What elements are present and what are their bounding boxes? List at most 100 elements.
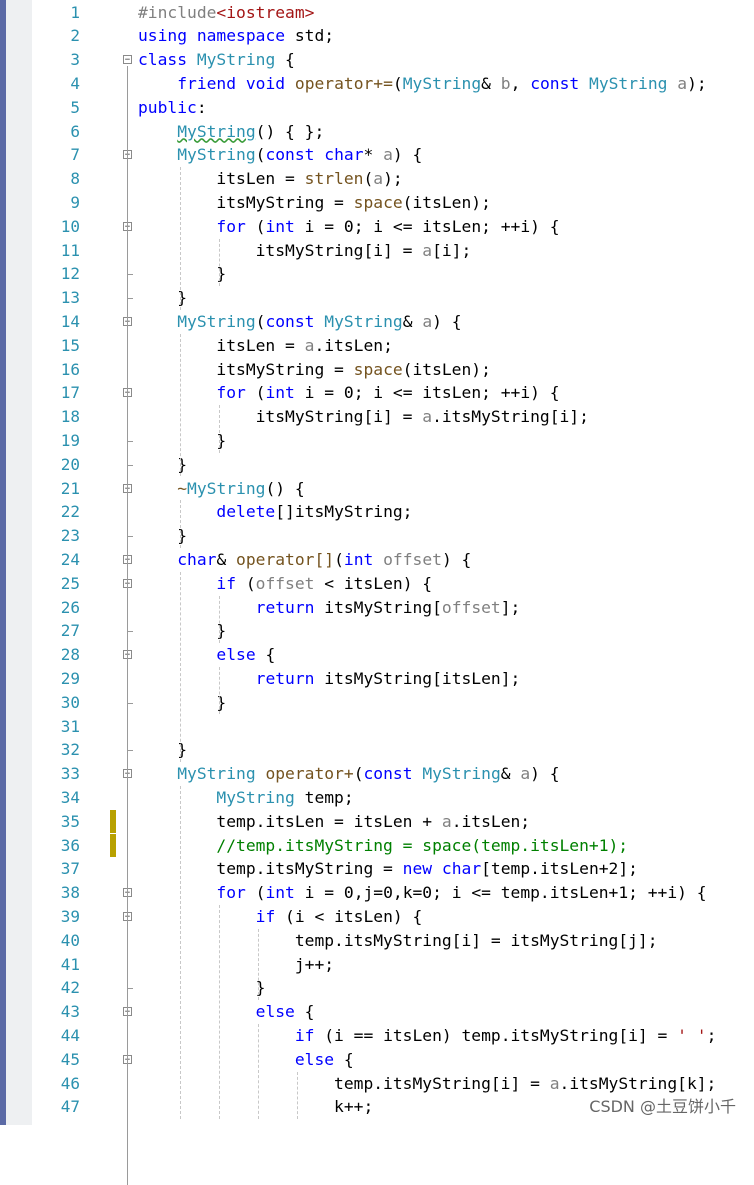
code-text: }: [138, 978, 266, 998]
line-number: 12: [60, 264, 80, 284]
code-text: else {: [294, 1049, 354, 1069]
code-line[interactable]: 27 }: [32, 619, 754, 643]
code-line[interactable]: 46 temp.itsMyString[i] = a.itsMyString[k…: [32, 1072, 754, 1096]
fold-end-marker: [127, 750, 133, 752]
line-number: 9: [70, 192, 80, 212]
line-number: 40: [60, 930, 80, 950]
code-line[interactable]: 44 if (i == itsLen) temp.itsMyString[i] …: [32, 1024, 754, 1048]
code-line[interactable]: 41 j++;: [32, 953, 754, 977]
code-line[interactable]: 31: [32, 715, 754, 739]
code-text: temp.itsMyString[i] = itsMyString[j];: [138, 930, 658, 950]
code-line[interactable]: 24 char& operator[](int offset) {: [32, 548, 754, 572]
code-line[interactable]: 13 }: [32, 286, 754, 310]
code-line[interactable]: 37 temp.itsMyString = new char[temp.itsL…: [32, 857, 754, 881]
editor-gutter: [6, 0, 32, 1125]
code-line[interactable]: 18 itsMyString[i] = a.itsMyString[i];: [32, 405, 754, 429]
code-text: k++;: [138, 1097, 374, 1117]
line-number: 27: [60, 621, 80, 641]
code-text: MyString(const MyString& a) {: [177, 311, 462, 331]
line-number: 30: [60, 692, 80, 712]
code-text: MyString operator+(const MyString& a) {: [177, 764, 560, 784]
code-line[interactable]: 11 itsMyString[i] = a[i];: [32, 239, 754, 263]
code-text: else {: [255, 1002, 315, 1022]
code-text: itsLen = strlen(a);: [138, 169, 403, 189]
code-text: class MyString {: [138, 50, 295, 70]
line-number: 1: [70, 2, 80, 22]
code-text: itsMyString[i] = a[i];: [138, 240, 472, 260]
code-line[interactable]: 20 }: [32, 453, 754, 477]
line-number: 29: [60, 668, 80, 688]
fold-toggle-icon[interactable]: −: [123, 55, 132, 65]
code-line[interactable]: 21 ~MyString() {: [32, 477, 754, 501]
code-line[interactable]: 6 MyString() { };: [32, 120, 754, 144]
code-line[interactable]: 19 }: [32, 429, 754, 453]
line-number: 7: [70, 145, 80, 165]
code-line[interactable]: 28 else {: [32, 643, 754, 667]
code-line[interactable]: 7 MyString(const char* a) {: [32, 143, 754, 167]
indent-guide: [180, 500, 182, 548]
code-line[interactable]: 30 }: [32, 691, 754, 715]
line-number: 24: [60, 549, 80, 569]
line-number: 6: [70, 121, 80, 141]
indent-guide: [258, 928, 260, 1001]
code-line[interactable]: 43 else {: [32, 1000, 754, 1024]
code-text: }: [138, 264, 227, 284]
code-text: MyString(const char* a) {: [177, 145, 423, 165]
code-text: else {: [216, 645, 276, 665]
line-number: 41: [60, 954, 80, 974]
indent-guide: [219, 238, 221, 287]
code-line[interactable]: 8 itsLen = strlen(a);: [32, 167, 754, 191]
code-line[interactable]: 29 return itsMyString[itsLen];: [32, 667, 754, 691]
line-number: 19: [60, 430, 80, 450]
code-text: return itsMyString[offset];: [255, 597, 521, 617]
line-number: 5: [70, 97, 80, 117]
code-text: itsMyString = space(itsLen);: [138, 359, 491, 379]
code-line[interactable]: 34 MyString temp;: [32, 786, 754, 810]
line-number: 17: [60, 383, 80, 403]
line-number: 22: [60, 502, 80, 522]
line-number: 42: [60, 978, 80, 998]
change-marker: [110, 809, 116, 834]
line-number: 15: [60, 335, 80, 355]
code-line[interactable]: 4 friend void operator+=(MyString& b, co…: [32, 72, 754, 96]
code-line[interactable]: 25 if (offset < itsLen) {: [32, 572, 754, 596]
code-line[interactable]: 15 itsLen = a.itsLen;: [32, 334, 754, 358]
code-line[interactable]: 22 delete[]itsMyString;: [32, 500, 754, 524]
code-line[interactable]: 3 class MyString {: [32, 48, 754, 72]
code-line[interactable]: 40 temp.itsMyString[i] = itsMyString[j];: [32, 929, 754, 953]
code-line[interactable]: 32 }: [32, 738, 754, 762]
indent-guide: [219, 666, 221, 715]
code-text: for (int i = 0; i <= itsLen; ++i) {: [216, 383, 560, 403]
code-line[interactable]: 33 MyString operator+(const MyString& a)…: [32, 762, 754, 786]
code-text: char& operator[](int offset) {: [177, 549, 472, 569]
code-line[interactable]: 10 for (int i = 0; i <= itsLen; ++i) {: [32, 215, 754, 239]
code-line[interactable]: 14 MyString(const MyString& a) {: [32, 310, 754, 334]
line-number: 10: [60, 216, 80, 236]
code-line[interactable]: 45 else {: [32, 1048, 754, 1072]
code-text: //temp.itsMyString = space(temp.itsLen+1…: [138, 835, 629, 855]
fold-end-marker: [127, 274, 133, 276]
code-line[interactable]: 26 return itsMyString[offset];: [32, 596, 754, 620]
line-number: 14: [60, 311, 80, 331]
code-line[interactable]: 2 using namespace std;: [32, 24, 754, 48]
code-line[interactable]: 39 if (i < itsLen) {: [32, 905, 754, 929]
code-line[interactable]: 16 itsMyString = space(itsLen);: [32, 358, 754, 382]
code-line[interactable]: 12 }: [32, 262, 754, 286]
code-line[interactable]: 1 #include<iostream>: [32, 1, 754, 25]
line-number: 47: [60, 1097, 80, 1117]
code-line[interactable]: 35 temp.itsLen = itsLen + a.itsLen;: [32, 810, 754, 834]
code-line[interactable]: 9 itsMyString = space(itsLen);: [32, 191, 754, 215]
code-line[interactable]: 42 }: [32, 976, 754, 1000]
code-text: temp.itsMyString = new char[temp.itsLen+…: [138, 859, 638, 879]
indent-guide: [219, 904, 221, 1120]
line-number: 31: [60, 716, 80, 736]
code-editor[interactable]: 1 #include<iostream> 2 using namespace std;…: [32, 0, 754, 1185]
line-number: 43: [60, 1002, 80, 1022]
line-number: 46: [60, 1073, 80, 1093]
code-line[interactable]: 23 }: [32, 524, 754, 548]
code-line[interactable]: 38 for (int i = 0,j=0,k=0; i <= temp.its…: [32, 881, 754, 905]
code-line[interactable]: 36 //temp.itsMyString = space(temp.itsLe…: [32, 834, 754, 858]
code-line[interactable]: 17 for (int i = 0; i <= itsLen; ++i) {: [32, 381, 754, 405]
code-line[interactable]: 5 public:: [32, 96, 754, 120]
indent-guide: [219, 595, 221, 644]
